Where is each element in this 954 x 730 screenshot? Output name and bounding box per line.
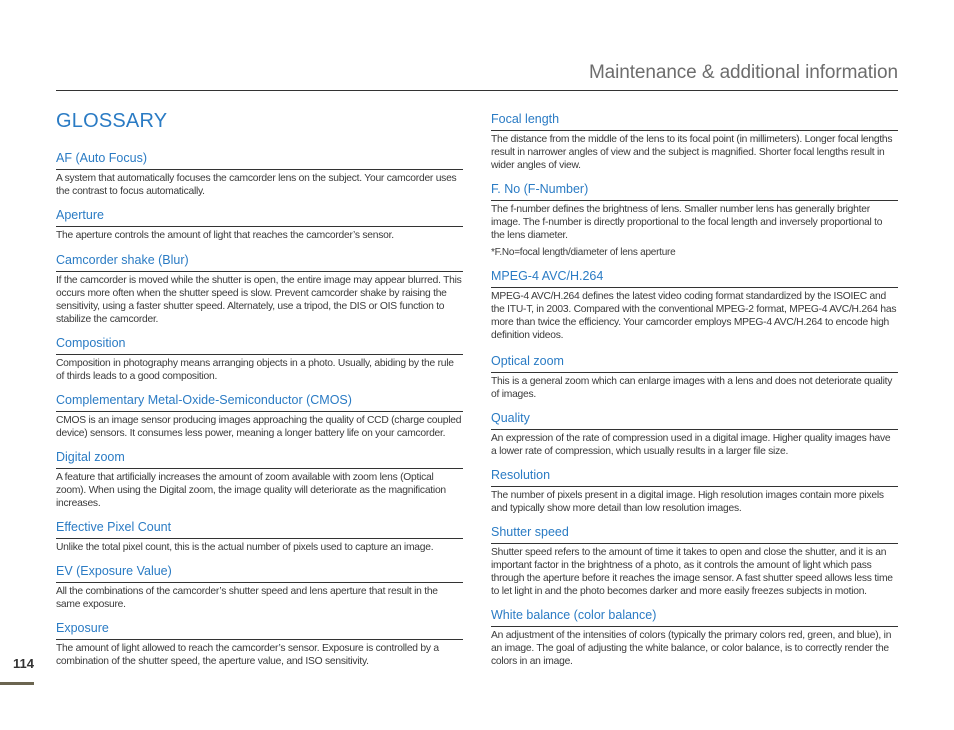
glossary-definition: This is a general zoom which can enlarge… [491, 376, 893, 400]
glossary-definition: All the combinations of the camcorder’s … [56, 586, 438, 610]
glossary-entry: Effective Pixel Count Unlike the total p… [56, 519, 463, 554]
glossary-definition: An adjustment of the intensities of colo… [491, 630, 892, 667]
glossary-entry: Quality An expression of the rate of com… [491, 410, 898, 458]
glossary-entry: Digital zoom A feature that artificially… [56, 449, 463, 510]
glossary-definition: A feature that artificially increases th… [56, 472, 446, 509]
glossary-definition: Unlike the total pixel count, this is th… [56, 542, 434, 553]
glossary-term: F. No (F-Number) [491, 181, 898, 201]
glossary-definition: The amount of light allowed to reach the… [56, 643, 439, 667]
glossary-term: Exposure [56, 620, 463, 640]
glossary-entry: Aperture The aperture controls the amoun… [56, 207, 463, 242]
glossary-definition: An expression of the rate of compression… [491, 433, 891, 457]
glossary-entry: Optical zoom This is a general zoom whic… [491, 353, 898, 401]
glossary-term: Shutter speed [491, 524, 898, 544]
glossary-entry: F. No (F-Number) The f-number defines th… [491, 181, 898, 259]
glossary-definition: The f-number defines the brightness of l… [491, 204, 883, 241]
glossary-term: EV (Exposure Value) [56, 563, 463, 583]
glossary-term: MPEG-4 AVC/H.264 [491, 268, 898, 288]
glossary-term: Optical zoom [491, 353, 898, 373]
page-title: GLOSSARY [56, 110, 168, 132]
section-header-title: Maintenance & additional information [588, 62, 898, 83]
glossary-entry: Exposure The amount of light allowed to … [56, 620, 463, 668]
glossary-right-column: Focal length The distance from the middl… [491, 111, 898, 668]
glossary-term: Complementary Metal-Oxide-Semiconductor … [56, 392, 463, 412]
glossary-term: AF (Auto Focus) [56, 150, 463, 170]
glossary-left-column: AF (Auto Focus) A system that automatica… [56, 150, 463, 668]
glossary-term: Aperture [56, 207, 463, 227]
glossary-definition: A system that automatically focuses the … [56, 173, 457, 197]
glossary-definition: MPEG-4 AVC/H.264 defines the latest vide… [491, 291, 897, 341]
page-number: 114 [13, 656, 34, 671]
page-number-bar [0, 682, 34, 685]
glossary-definition: If the camcorder is moved while the shut… [56, 275, 462, 325]
glossary-definition: The number of pixels present in a digita… [491, 490, 884, 514]
header-divider [56, 90, 898, 91]
glossary-term: Digital zoom [56, 449, 463, 469]
glossary-definition: The distance from the middle of the lens… [491, 134, 893, 171]
glossary-entry: Shutter speed Shutter speed refers to th… [491, 524, 898, 598]
glossary-term: Camcorder shake (Blur) [56, 252, 463, 272]
glossary-entry: White balance (color balance) An adjustm… [491, 607, 898, 668]
glossary-entry: MPEG-4 AVC/H.264 MPEG-4 AVC/H.264 define… [491, 268, 898, 342]
glossary-definition: The aperture controls the amount of ligh… [56, 230, 394, 241]
glossary-term: Focal length [491, 111, 898, 131]
glossary-entry: Resolution The number of pixels present … [491, 467, 898, 515]
glossary-definition: Composition in photography means arrangi… [56, 358, 454, 382]
glossary-entry: Composition Composition in photography m… [56, 335, 463, 383]
glossary-term: Resolution [491, 467, 898, 487]
glossary-entry: Camcorder shake (Blur) If the camcorder … [56, 252, 463, 326]
glossary-entry: AF (Auto Focus) A system that automatica… [56, 150, 463, 198]
glossary-term: White balance (color balance) [491, 607, 898, 627]
glossary-term: Composition [56, 335, 463, 355]
glossary-entry: Focal length The distance from the middl… [491, 111, 898, 172]
glossary-note: *F.No=focal length/diameter of lens aper… [491, 247, 676, 258]
glossary-definition: Shutter speed refers to the amount of ti… [491, 547, 893, 597]
glossary-term: Effective Pixel Count [56, 519, 463, 539]
glossary-definition: CMOS is an image sensor producing images… [56, 415, 462, 439]
glossary-entry: EV (Exposure Value) All the combinations… [56, 563, 463, 611]
glossary-term: Quality [491, 410, 898, 430]
glossary-entry: Complementary Metal-Oxide-Semiconductor … [56, 392, 463, 440]
